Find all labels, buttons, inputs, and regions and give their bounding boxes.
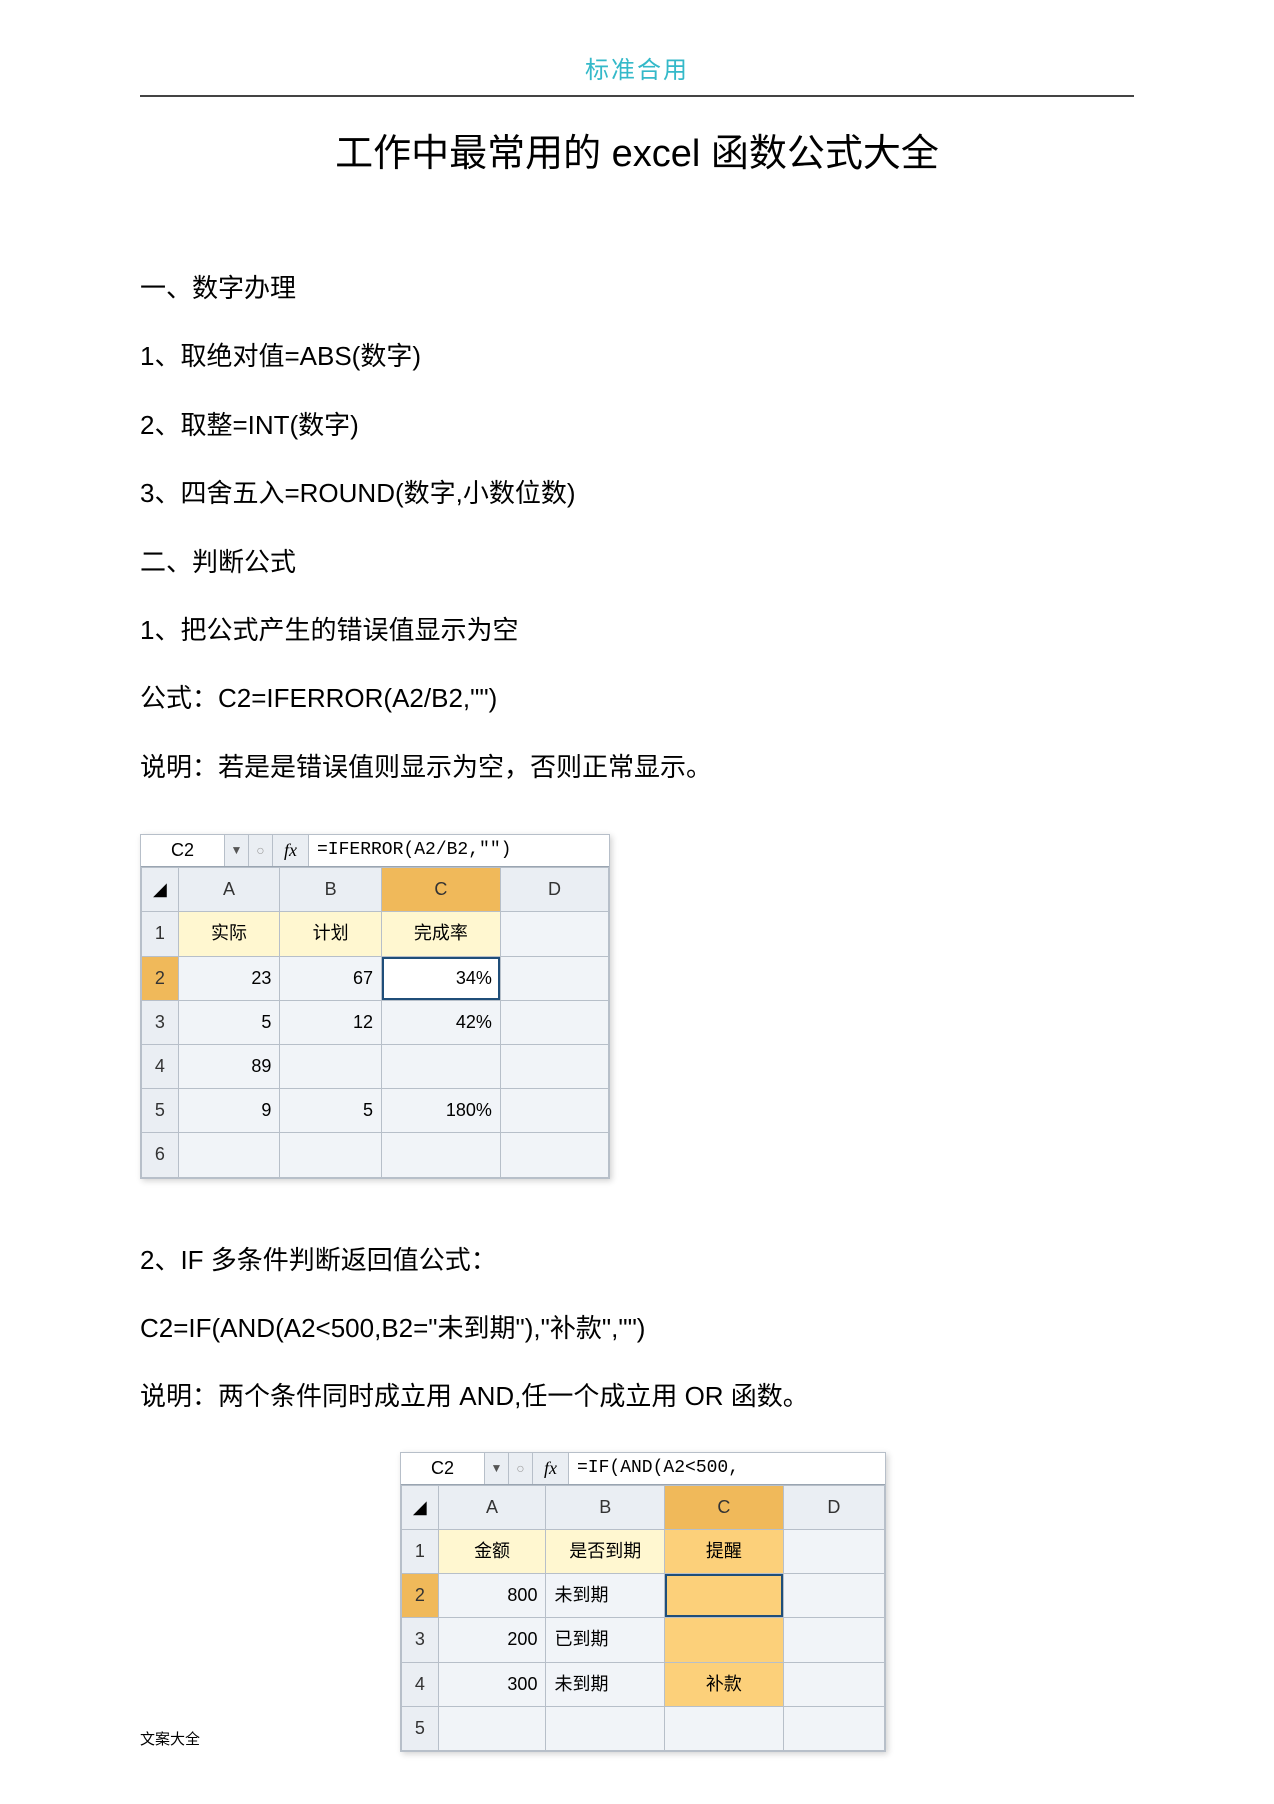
cell[interactable]: 12	[280, 1000, 382, 1044]
cell[interactable]: 200	[438, 1618, 546, 1662]
body-text: 一、数字办理 1、取绝对值=ABS(数字) 2、取整=INT(数字) 3、四舍五…	[140, 257, 1134, 1752]
col-header-b[interactable]: B	[546, 1485, 665, 1529]
excel-screenshot-1: C2 ▼ ○ fx =IFERROR(A2/B2,"") ◢ A B C D 1…	[140, 834, 610, 1178]
cell[interactable]	[500, 1044, 608, 1088]
select-all-corner[interactable]: ◢	[142, 868, 179, 912]
explain-2: 说明：两个条件同时成立用 AND,任一个成立用 OR 函数。	[140, 1365, 1134, 1427]
cell[interactable]	[783, 1574, 884, 1618]
col-header-d[interactable]: D	[783, 1485, 884, 1529]
cell[interactable]: 补款	[665, 1662, 784, 1706]
cell[interactable]	[381, 1133, 500, 1177]
fx-icon[interactable]: fx	[533, 1453, 569, 1484]
col-header-c[interactable]: C	[381, 868, 500, 912]
name-box[interactable]: C2	[141, 835, 225, 866]
cell[interactable]	[783, 1706, 884, 1750]
cell[interactable]	[280, 1133, 382, 1177]
col-header-a[interactable]: A	[178, 868, 280, 912]
cell[interactable]: 5	[178, 1000, 280, 1044]
col-header-a[interactable]: A	[438, 1485, 546, 1529]
cell[interactable]: 实际	[178, 912, 280, 956]
cell[interactable]: 未到期	[546, 1574, 665, 1618]
cell[interactable]	[500, 1000, 608, 1044]
row-header[interactable]: 1	[142, 912, 179, 956]
formula-input[interactable]: =IF(AND(A2<500,	[569, 1453, 885, 1484]
item-1-1: 1、取绝对值=ABS(数字)	[140, 325, 1134, 387]
cell[interactable]	[500, 1133, 608, 1177]
cell[interactable]: 9	[178, 1089, 280, 1133]
explain-1: 说明：若是是错误值则显示为空，否则正常显示。	[140, 736, 1134, 798]
cell[interactable]	[783, 1662, 884, 1706]
row-header[interactable]: 6	[142, 1133, 179, 1177]
footer-label: 文案大全	[140, 1728, 200, 1749]
item-2-2: 2、IF 多条件判断返回值公式：	[140, 1229, 1134, 1291]
cell[interactable]: 800	[438, 1574, 546, 1618]
cell[interactable]	[783, 1618, 884, 1662]
select-all-corner[interactable]: ◢	[402, 1485, 439, 1529]
page-header-label: 标准合用	[140, 50, 1134, 97]
cell[interactable]	[500, 1089, 608, 1133]
formula-input[interactable]: =IFERROR(A2/B2,"")	[309, 835, 609, 866]
cell[interactable]: 42%	[381, 1000, 500, 1044]
col-header-b[interactable]: B	[280, 868, 382, 912]
name-box-dropdown-icon[interactable]: ▼	[225, 835, 249, 866]
cell[interactable]	[280, 1044, 382, 1088]
cancel-icon: ○	[509, 1453, 533, 1484]
cell[interactable]: 提醒	[665, 1529, 784, 1573]
item-1-2: 2、取整=INT(数字)	[140, 394, 1134, 456]
document-title: 工作中最常用的 excel 函数公式大全	[140, 122, 1134, 177]
cell[interactable]: 23	[178, 956, 280, 1000]
fx-icon[interactable]: fx	[273, 835, 309, 866]
section1-heading: 一、数字办理	[140, 257, 1134, 319]
cell[interactable]: 300	[438, 1662, 546, 1706]
cell[interactable]	[665, 1706, 784, 1750]
cell[interactable]: 已到期	[546, 1618, 665, 1662]
cell[interactable]	[438, 1706, 546, 1750]
spreadsheet-grid[interactable]: ◢ A B C D 1 实际 计划 完成率 2 23 67 34%	[141, 867, 609, 1177]
cell[interactable]: 89	[178, 1044, 280, 1088]
active-cell[interactable]: 34%	[381, 956, 500, 1000]
cell[interactable]	[665, 1618, 784, 1662]
cell[interactable]: 计划	[280, 912, 382, 956]
row-header[interactable]: 4	[142, 1044, 179, 1088]
row-header[interactable]: 3	[402, 1618, 439, 1662]
cell[interactable]	[783, 1529, 884, 1573]
col-header-d[interactable]: D	[500, 868, 608, 912]
cell[interactable]	[500, 912, 608, 956]
section2-heading: 二、判断公式	[140, 531, 1134, 593]
name-box[interactable]: C2	[401, 1453, 485, 1484]
row-header[interactable]: 1	[402, 1529, 439, 1573]
row-header[interactable]: 2	[142, 956, 179, 1000]
cell[interactable]: 180%	[381, 1089, 500, 1133]
col-header-c[interactable]: C	[665, 1485, 784, 1529]
cancel-icon: ○	[249, 835, 273, 866]
item-1-3: 3、四舍五入=ROUND(数字,小数位数)	[140, 462, 1134, 524]
cell[interactable]: 金额	[438, 1529, 546, 1573]
formula-bar: C2 ▼ ○ fx =IFERROR(A2/B2,"")	[141, 835, 609, 867]
excel-screenshot-2: C2 ▼ ○ fx =IF(AND(A2<500, ◢ A B C D 1 金额…	[400, 1452, 886, 1752]
cell[interactable]: 未到期	[546, 1662, 665, 1706]
item-2-1: 1、把公式产生的错误值显示为空	[140, 599, 1134, 661]
row-header[interactable]: 4	[402, 1662, 439, 1706]
formula-label-1: 公式：C2=IFERROR(A2/B2,"")	[140, 667, 1134, 729]
row-header[interactable]: 5	[402, 1706, 439, 1750]
formula-label-2: C2=IF(AND(A2<500,B2="未到期"),"补款","")	[140, 1297, 1134, 1359]
cell[interactable]	[381, 1044, 500, 1088]
cell[interactable]: 完成率	[381, 912, 500, 956]
cell[interactable]	[500, 956, 608, 1000]
row-header[interactable]: 2	[402, 1574, 439, 1618]
cell[interactable]	[178, 1133, 280, 1177]
active-cell[interactable]	[665, 1574, 784, 1618]
formula-bar: C2 ▼ ○ fx =IF(AND(A2<500,	[401, 1453, 885, 1485]
cell[interactable]: 67	[280, 956, 382, 1000]
row-header[interactable]: 3	[142, 1000, 179, 1044]
name-box-dropdown-icon[interactable]: ▼	[485, 1453, 509, 1484]
spreadsheet-grid[interactable]: ◢ A B C D 1 金额 是否到期 提醒 2 800 未到期	[401, 1485, 885, 1751]
row-header[interactable]: 5	[142, 1089, 179, 1133]
cell[interactable]: 5	[280, 1089, 382, 1133]
cell[interactable]: 是否到期	[546, 1529, 665, 1573]
cell[interactable]	[546, 1706, 665, 1750]
